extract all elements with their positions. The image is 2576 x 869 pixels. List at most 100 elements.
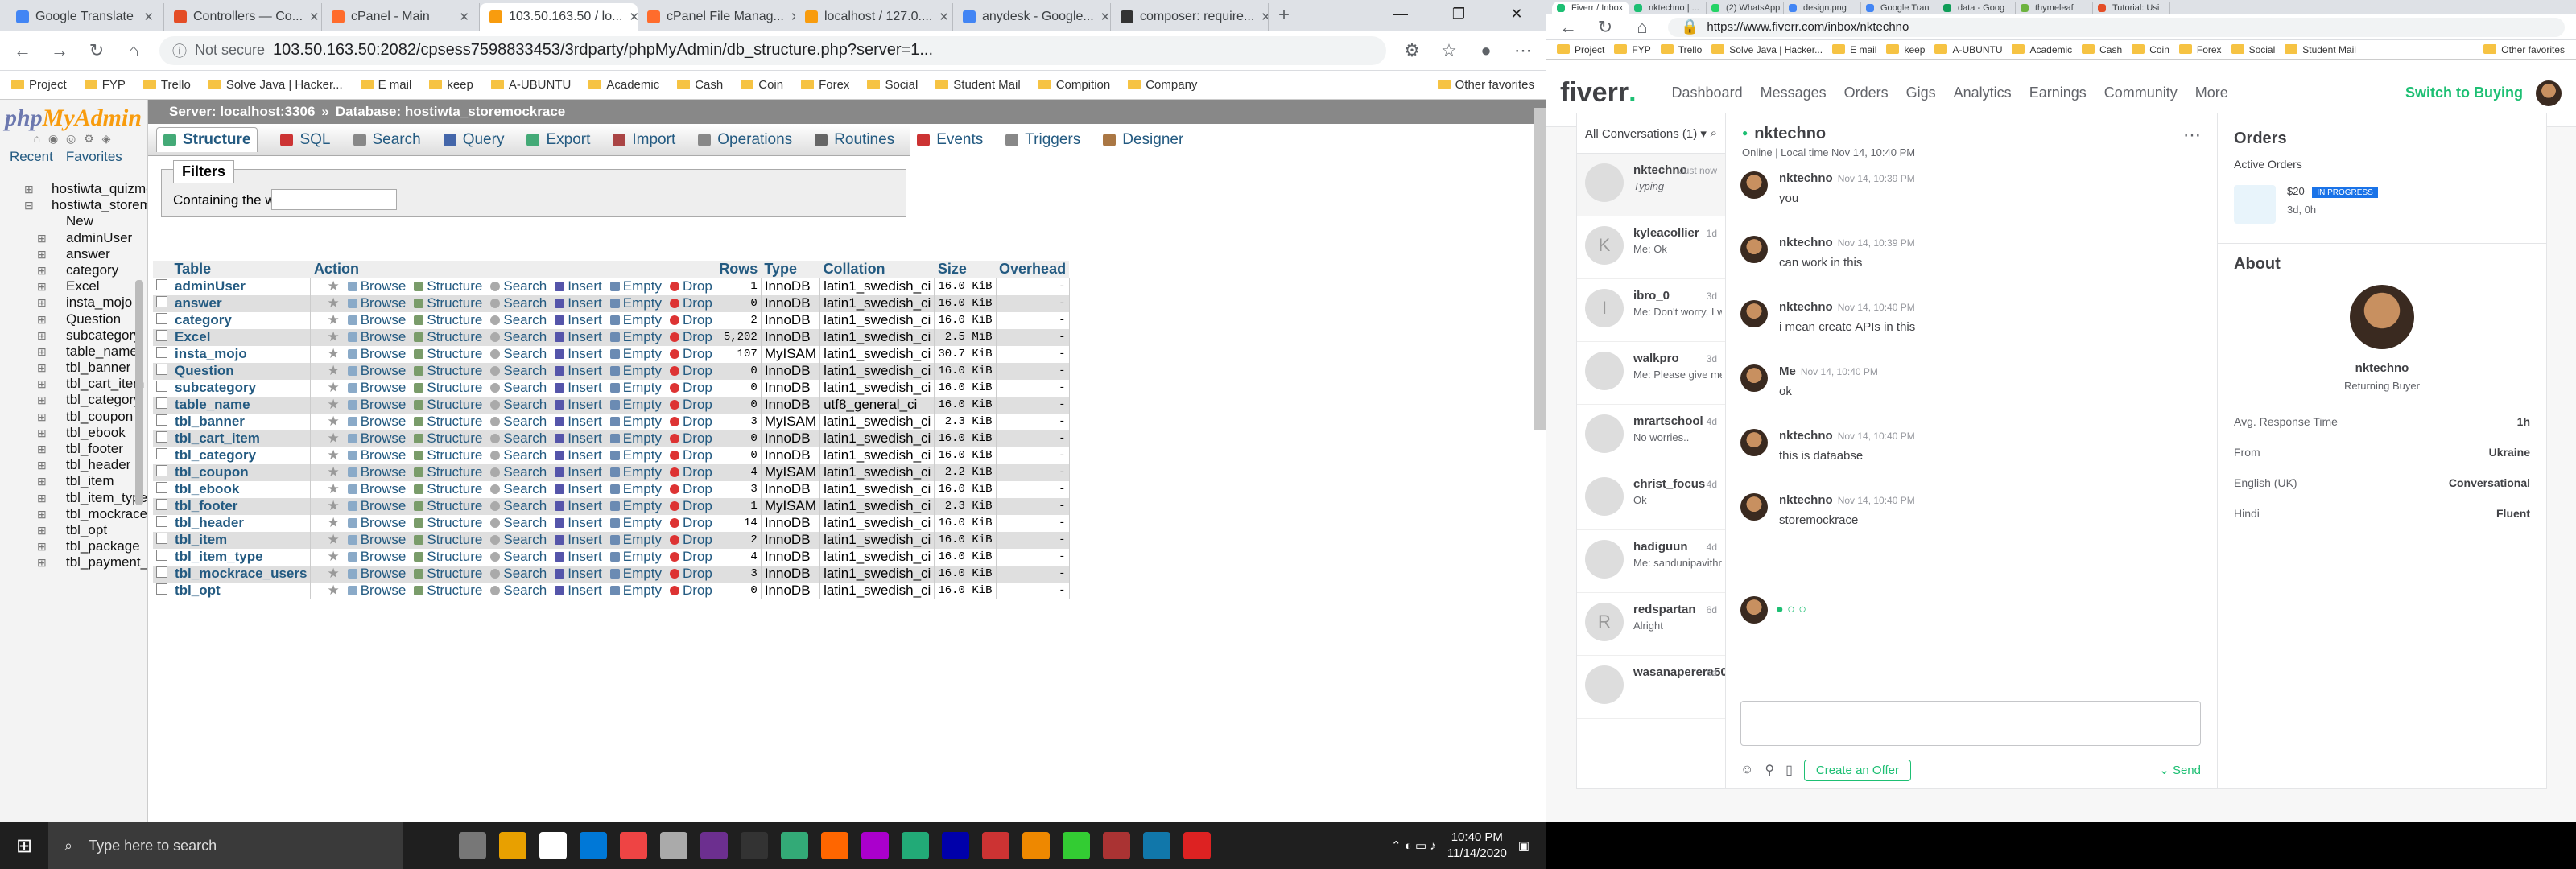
insert-action[interactable]: Insert [555, 498, 602, 514]
nav-orders[interactable]: Orders [1844, 84, 1889, 101]
tab-structure[interactable]: Structure [156, 127, 258, 152]
search-action[interactable]: Search [490, 278, 547, 294]
bookmark-item[interactable]: Cash [677, 78, 723, 92]
bookmark-item[interactable]: Compition [1038, 78, 1111, 92]
structure-action[interactable]: Structure [414, 566, 482, 582]
bookmark-item[interactable]: Company [1128, 78, 1197, 92]
drop-action[interactable]: Drop [670, 278, 712, 294]
search-action[interactable]: Search [490, 515, 547, 531]
reload-icon[interactable]: ↻ [1594, 17, 1616, 38]
close-icon[interactable]: ✕ [629, 10, 638, 24]
favorite-star-icon[interactable]: ★ [314, 464, 339, 480]
taskbar-search[interactable]: ⌕ Type here to search [48, 822, 402, 869]
table-name-link[interactable]: tbl_footer [171, 497, 312, 515]
favorites-icon[interactable]: ☆ [1438, 40, 1460, 61]
tab-sql[interactable]: SQL [280, 131, 331, 149]
taskbar-app-icon[interactable] [1183, 832, 1211, 859]
close-icon[interactable]: ✕ [459, 10, 469, 24]
row-checkbox[interactable] [156, 583, 167, 595]
browse-action[interactable]: Browse [348, 481, 407, 497]
structure-action[interactable]: Structure [414, 583, 482, 599]
search-action[interactable]: Search [490, 566, 547, 582]
profile-icon[interactable]: ● [1475, 40, 1497, 61]
tree-table[interactable]: adminUser [0, 230, 147, 246]
tab-routines[interactable]: Routines [815, 131, 894, 149]
drop-action[interactable]: Drop [670, 498, 712, 514]
search-action[interactable]: Search [490, 481, 547, 497]
table-name-link[interactable]: insta_mojo [171, 345, 312, 363]
insert-action[interactable]: Insert [555, 295, 602, 311]
bookmark-item[interactable]: Solve Java | Hacker... [208, 78, 343, 92]
browser-tab[interactable]: Fiverr / Inbox [1552, 2, 1629, 14]
structure-action[interactable]: Structure [414, 329, 482, 345]
row-checkbox[interactable] [156, 465, 167, 476]
bookmark-item[interactable]: Project [11, 78, 67, 92]
insert-action[interactable]: Insert [555, 583, 602, 599]
fiverr-logo[interactable]: fiverr. [1560, 77, 1637, 109]
browse-action[interactable]: Browse [348, 583, 407, 599]
all-conversations-dropdown[interactable]: All Conversations (1) ▾ [1585, 126, 1707, 141]
file-icon[interactable]: ▯ [1785, 762, 1793, 778]
browser-tab[interactable]: design.png [1784, 2, 1861, 14]
send-button[interactable]: ⌄ Send [2159, 763, 2201, 777]
search-action[interactable]: Search [490, 549, 547, 565]
favorite-star-icon[interactable]: ★ [314, 329, 339, 345]
new-tab-icon[interactable]: + [1269, 4, 1299, 27]
clock[interactable]: 10:40 PM 11/14/2020 [1447, 830, 1507, 862]
browser-tab[interactable]: composer: require... ✕ [1111, 3, 1269, 31]
tree-table[interactable]: tbl_ebook [0, 425, 147, 441]
bookmark-item[interactable]: A-UBUNTU [491, 78, 572, 92]
conversation-item[interactable]: christ_focus Ok 4d [1577, 467, 1725, 530]
favorite-star-icon[interactable]: ★ [314, 498, 339, 514]
col-rows[interactable]: Rows [716, 261, 762, 278]
structure-action[interactable]: Structure [414, 312, 482, 328]
tree-table[interactable]: table_name [0, 344, 147, 360]
favorite-star-icon[interactable]: ★ [314, 583, 339, 599]
close-icon[interactable]: ✕ [309, 10, 320, 24]
empty-action[interactable]: Empty [610, 414, 662, 430]
favorite-star-icon[interactable]: ★ [314, 549, 339, 565]
taskbar-app-icon[interactable] [700, 832, 728, 859]
favorite-star-icon[interactable]: ★ [314, 566, 339, 582]
table-name-link[interactable]: tbl_header [171, 514, 312, 532]
favorite-star-icon[interactable]: ★ [314, 414, 339, 430]
insert-action[interactable]: Insert [555, 329, 602, 345]
taskbar-app-icon[interactable] [781, 832, 808, 859]
conversation-item[interactable]: hadiguunMe: sandunipavithra.j...4d [1577, 530, 1725, 593]
structure-action[interactable]: Structure [414, 532, 482, 548]
insert-action[interactable]: Insert [555, 414, 602, 430]
taskbar-app-icon[interactable] [821, 832, 848, 859]
row-checkbox[interactable] [156, 516, 167, 527]
tree-database[interactable]: hostiwta_storemoci [0, 197, 147, 213]
drop-action[interactable]: Drop [670, 397, 712, 413]
nav-scrollbar[interactable] [135, 280, 143, 505]
drop-action[interactable]: Drop [670, 464, 712, 480]
back-icon[interactable]: ← [11, 40, 34, 61]
nav-dashboard[interactable]: Dashboard [1672, 84, 1743, 101]
drop-action[interactable]: Drop [670, 346, 712, 362]
row-checkbox[interactable] [156, 381, 167, 392]
nav-gigs[interactable]: Gigs [1906, 84, 1936, 101]
structure-action[interactable]: Structure [414, 380, 482, 396]
minimize-icon[interactable]: — [1372, 0, 1430, 27]
bookmark-item[interactable]: Student Mail [2285, 44, 2356, 56]
bookmark-item[interactable]: FYP [85, 78, 126, 92]
buyer-name[interactable]: nktechno [2234, 361, 2530, 375]
bookmark-item[interactable]: Solve Java | Hacker... [1711, 44, 1823, 56]
table-name-link[interactable]: tbl_cart_item [171, 430, 312, 447]
tree-table[interactable]: tbl_footer [0, 441, 147, 457]
empty-action[interactable]: Empty [610, 346, 662, 362]
reload-icon[interactable]: ↻ [85, 40, 108, 61]
browse-action[interactable]: Browse [348, 464, 407, 480]
pma-logo[interactable]: phpMyAdmin [0, 105, 147, 132]
tab-events[interactable]: Events [917, 131, 983, 149]
favorite-star-icon[interactable]: ★ [314, 346, 339, 362]
col-size[interactable]: Size [934, 261, 997, 278]
close-icon[interactable]: ✕ [143, 10, 154, 24]
conversation-item[interactable]: wasanaperera506 6d [1577, 656, 1725, 719]
empty-action[interactable]: Empty [610, 464, 662, 480]
more-icon[interactable]: ⋯ [2183, 125, 2201, 146]
drop-action[interactable]: Drop [670, 329, 712, 345]
tree-database[interactable]: hostiwta_quizmots [0, 181, 147, 197]
search-action[interactable]: Search [490, 447, 547, 463]
